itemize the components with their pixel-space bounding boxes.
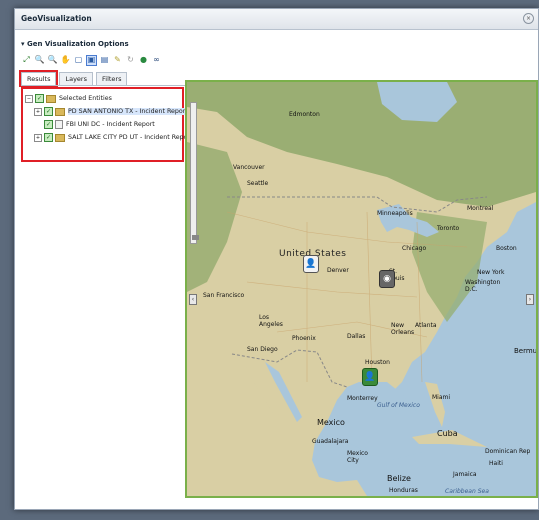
zoom-slider[interactable] [190, 102, 199, 244]
person-icon: 👤 [364, 372, 376, 382]
folder-icon [55, 133, 65, 142]
person-icon: 👤 [305, 259, 317, 269]
map-label: Dallas [347, 333, 366, 340]
map-label: Guadalajara [312, 438, 349, 445]
checkbox-icon[interactable]: ✓ [35, 94, 44, 103]
zoom-in-icon[interactable]: ⤢ [21, 55, 32, 66]
map-label: Miami [432, 394, 451, 401]
zoom-out-icon[interactable]: 🔍 [34, 55, 45, 66]
tab-filters[interactable]: Filters [96, 72, 128, 85]
globe-icon[interactable]: ● [138, 55, 149, 66]
collapse-icon[interactable]: − [25, 94, 33, 103]
tab-results[interactable]: Results [18, 70, 59, 87]
map-label: Seattle [247, 180, 269, 187]
map-label: Monterrey [347, 395, 378, 402]
window-title: GeoVisualization [21, 14, 92, 23]
map-label: Dominican Rep [485, 448, 531, 455]
map-label: Gulf of Mexico [377, 402, 420, 409]
map-label: San Francisco [203, 292, 245, 299]
checkbox-icon[interactable]: ✓ [44, 107, 53, 116]
select-box-icon[interactable]: ▢ [73, 55, 84, 66]
map-view[interactable]: ‹ › Edmonton Vancouver Seattle United St… [185, 80, 538, 498]
map-label: Vancouver [233, 164, 265, 171]
map-label: Mexico [317, 418, 345, 427]
fbi-dc-incident-marker[interactable]: ◉ [379, 270, 395, 288]
clear-icon[interactable]: ✎ [112, 55, 123, 66]
zoom-slider-handle[interactable] [192, 235, 199, 240]
map-label: San Diego [247, 346, 278, 353]
binoculars-icon[interactable]: ∞ [151, 55, 162, 66]
map-label: Jamaica [453, 471, 477, 478]
pan-icon[interactable]: ✋ [60, 55, 71, 66]
map-label: Boston [496, 245, 517, 252]
pan-left-icon[interactable]: ‹ [189, 294, 197, 305]
map-label: Atlanta [415, 322, 437, 329]
document-icon [55, 120, 63, 129]
collapse-triangle-icon[interactable]: ▾ [21, 40, 25, 48]
map-label: Honduras [389, 487, 418, 494]
map-label: Montreal [467, 205, 494, 212]
measure-icon[interactable]: ▤ [99, 55, 110, 66]
checkbox-icon[interactable]: ✓ [44, 120, 53, 129]
section-header[interactable]: ▾ Gen Visualization Options [21, 40, 129, 48]
map-label: Toronto [437, 225, 460, 232]
folder-icon [46, 94, 56, 103]
pan-right-icon[interactable]: › [526, 294, 534, 305]
window-titlebar: GeoVisualization × [15, 9, 538, 30]
refresh-icon[interactable]: ↻ [125, 55, 136, 66]
checkbox-icon[interactable]: ✓ [44, 133, 53, 142]
map-label: Houston [365, 359, 390, 366]
map-label: Minneapolis [377, 210, 413, 217]
map-label: Caribbean Sea [445, 488, 489, 495]
map-label: Chicago [402, 245, 427, 252]
select-icon[interactable]: ▣ [86, 54, 97, 66]
tree-root-label: Selected Entities [59, 95, 112, 102]
map-label: Washington D.C. [465, 279, 501, 293]
options-tabs: Results Layers Filters [18, 70, 128, 87]
map-label: Bermu [514, 347, 538, 355]
map-label: Belize [387, 474, 411, 483]
badge-icon: ◉ [383, 274, 391, 284]
map-toolbar: ⤢ 🔍 🔍 ✋ ▢ ▣ ▤ ✎ ↻ ● ∞ [21, 53, 162, 67]
map-label: Los Angeles [259, 314, 283, 328]
expand-icon[interactable]: + [34, 133, 42, 142]
zoom-extent-icon[interactable]: 🔍 [47, 55, 58, 66]
folder-icon [55, 107, 65, 116]
map-label: Denver [327, 267, 349, 274]
map-label: Mexico City [347, 450, 368, 464]
tab-layers[interactable]: Layers [59, 72, 93, 85]
san-antonio-incident-marker[interactable]: 👤 [362, 368, 378, 386]
map-label: Cuba [437, 429, 458, 438]
tree-item-label: FBI UNI DC - Incident Report [66, 121, 155, 128]
expand-icon[interactable]: + [34, 107, 42, 116]
salt-lake-city-incident-marker[interactable]: 👤 [303, 255, 319, 273]
map-label: Phoenix [292, 335, 316, 342]
close-icon[interactable]: × [523, 13, 534, 24]
map-label: Haiti [489, 460, 503, 467]
geovisualization-window: GeoVisualization × ▾ Gen Visualization O… [14, 8, 539, 510]
section-title: Gen Visualization Options [26, 40, 129, 48]
map-label: Edmonton [289, 111, 320, 118]
map-label: New York [477, 269, 505, 276]
